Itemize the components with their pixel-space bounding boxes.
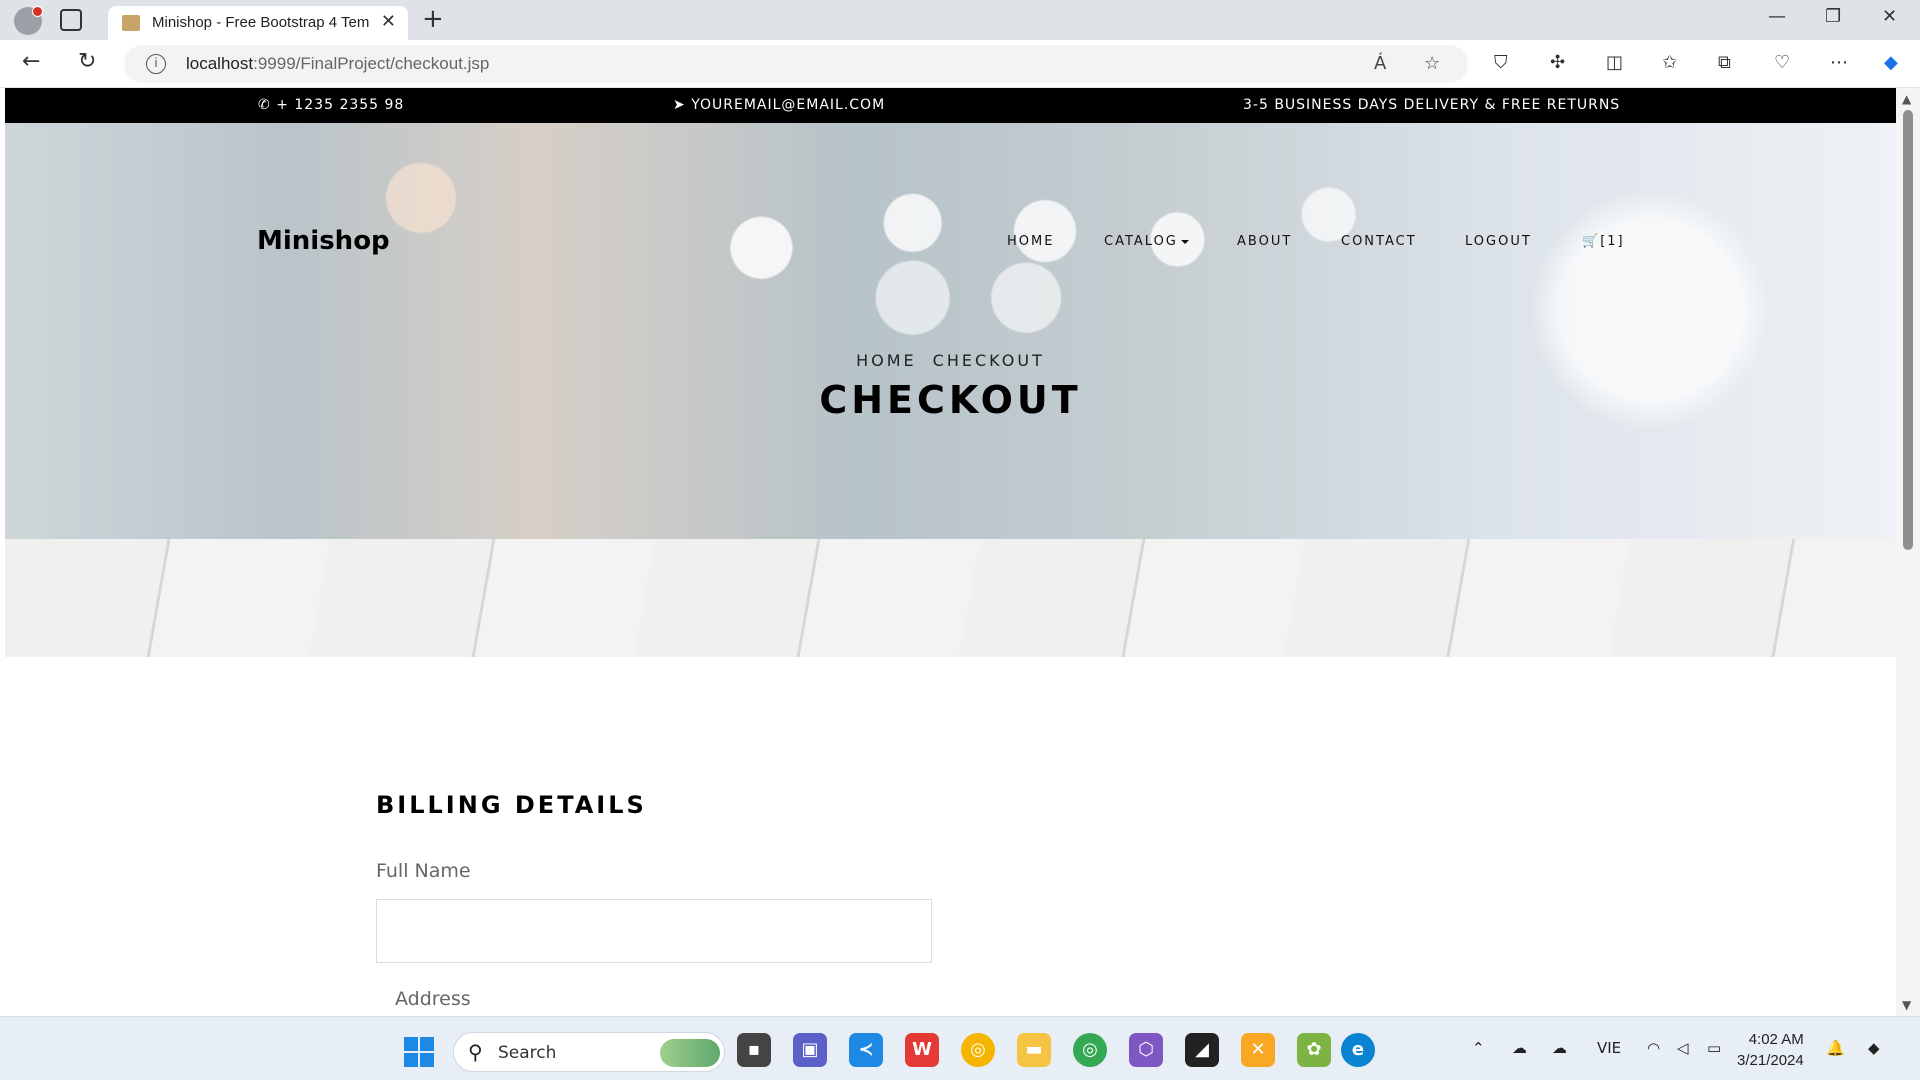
edge-icon[interactable]: e xyxy=(1341,1033,1375,1067)
minimize-button[interactable]: — xyxy=(1768,6,1786,27)
performance-icon[interactable]: ♡ xyxy=(1774,52,1790,73)
app-leaf-icon[interactable]: ✿ xyxy=(1297,1033,1331,1067)
hero-banner xyxy=(5,123,1896,539)
favorite-star-icon[interactable]: ☆ xyxy=(1424,53,1440,74)
clock-date: 3/21/2024 xyxy=(1737,1052,1804,1069)
scroll-up-arrow-icon[interactable]: ▲ xyxy=(1902,92,1911,106)
wps-office-icon[interactable]: W xyxy=(905,1033,939,1067)
billing-details-heading: BILLING DETAILS xyxy=(376,791,647,819)
language-indicator[interactable]: VIE xyxy=(1597,1039,1621,1057)
site-info-icon[interactable]: i xyxy=(146,54,166,74)
profile-avatar[interactable] xyxy=(14,6,43,35)
site-logo[interactable]: Minishop xyxy=(257,226,390,256)
url-text[interactable]: localhost:9999/FinalProject/checkout.jsp xyxy=(186,54,489,74)
email-info: ➤ YOUREMAIL@EMAIL.COM xyxy=(673,97,885,113)
taskbar-search[interactable]: ⚲ Search xyxy=(453,1032,725,1072)
teams-icon[interactable]: ▣ xyxy=(793,1033,827,1067)
new-tab-button[interactable]: + xyxy=(422,4,444,34)
browser-tab-active[interactable]: Minishop - Free Bootstrap 4 Tem ✕ xyxy=(108,6,408,40)
collections-icon[interactable]: ⧉ xyxy=(1718,52,1731,73)
favorites-icon[interactable]: ✩ xyxy=(1662,52,1677,73)
scroll-thumb[interactable] xyxy=(1903,110,1913,550)
task-view-icon[interactable]: ▪ xyxy=(737,1033,771,1067)
close-tab-icon[interactable]: ✕ xyxy=(381,11,396,32)
phone-info: ✆ + 1235 2355 98 xyxy=(258,97,404,113)
browser-toolbar: ← ↻ i localhost:9999/FinalProject/checko… xyxy=(0,40,1920,88)
favicon-icon xyxy=(122,15,140,31)
wifi-icon[interactable]: ◠ xyxy=(1647,1039,1660,1057)
hero-floor-background xyxy=(5,539,1896,657)
battery-icon[interactable]: ▭ xyxy=(1707,1039,1721,1057)
nav-contact[interactable]: CONTACT xyxy=(1341,234,1417,249)
top-info-bar: ✆ + 1235 2355 98 ➤ YOUREMAIL@EMAIL.COM 3… xyxy=(5,88,1896,123)
phone-icon: ✆ xyxy=(258,97,277,113)
page-viewport: ✆ + 1235 2355 98 ➤ YOUREMAIL@EMAIL.COM 3… xyxy=(5,88,1896,1016)
cart-icon: 🛒 xyxy=(1582,234,1601,249)
notification-bell-icon[interactable]: 🔔 xyxy=(1826,1039,1845,1057)
onedrive-icon[interactable]: ☁ xyxy=(1512,1039,1527,1057)
volume-muted-icon[interactable]: ◁ xyxy=(1677,1039,1689,1057)
reload-icon[interactable]: ↻ xyxy=(78,49,96,74)
app-x-icon[interactable]: ✕ xyxy=(1241,1033,1275,1067)
nav-about[interactable]: ABOUT xyxy=(1237,234,1292,249)
copilot-taskbar-icon[interactable]: ◆ xyxy=(1868,1039,1880,1057)
browser-tab-bar: Minishop - Free Bootstrap 4 Tem ✕ + — ❐ … xyxy=(0,0,1920,40)
show-hidden-icons[interactable]: ⌃ xyxy=(1472,1039,1485,1057)
breadcrumb: HOME CHECKOUT xyxy=(5,351,1896,370)
nav-catalog[interactable]: CATALOG xyxy=(1104,234,1189,249)
onedrive-sync-icon[interactable]: ☁ xyxy=(1552,1039,1567,1057)
paper-plane-icon: ➤ xyxy=(673,97,692,113)
page-scrollbar[interactable]: ▲ ▼ xyxy=(1896,88,1920,1016)
nav-catalog-label: CATALOG xyxy=(1104,234,1178,249)
chrome-icon[interactable]: ◎ xyxy=(961,1033,995,1067)
tab-title: Minishop - Free Bootstrap 4 Tem xyxy=(152,14,370,31)
split-screen-icon[interactable]: ◫ xyxy=(1606,52,1623,73)
nav-home[interactable]: HOME xyxy=(1007,234,1054,249)
caret-down-icon xyxy=(1180,239,1189,244)
clock[interactable]: 4:02 AM 3/21/2024 xyxy=(1737,1029,1804,1071)
url-host: localhost xyxy=(186,54,254,73)
close-window-button[interactable]: ✕ xyxy=(1882,6,1897,27)
chrome-profile-icon[interactable]: ◎ xyxy=(1073,1033,1107,1067)
full-name-input[interactable] xyxy=(376,899,932,963)
search-icon: ⚲ xyxy=(468,1040,483,1064)
restore-button[interactable]: ❐ xyxy=(1825,6,1841,27)
address-label: Address xyxy=(395,988,471,1010)
page-title: CHECKOUT xyxy=(819,378,1082,422)
extensions-icon[interactable]: ✣ xyxy=(1550,52,1565,73)
more-menu-icon[interactable]: ⋯ xyxy=(1830,52,1848,73)
windows-taskbar: ⚲ Search ▪ ▣ ≺ W ◎ ▬ ◎ ⬡ ◢ ✕ ✿ e ⌃ ☁ ☁ V… xyxy=(0,1016,1920,1080)
copilot-icon[interactable]: ◆ xyxy=(1884,52,1898,73)
clock-time: 4:02 AM xyxy=(1748,1031,1804,1048)
url-path: :9999/FinalProject/checkout.jsp xyxy=(253,54,490,73)
breadcrumb-home[interactable]: HOME xyxy=(856,351,917,370)
start-button[interactable] xyxy=(404,1037,434,1067)
nav-logout[interactable]: LOGOUT xyxy=(1465,234,1532,249)
phone-text: + 1235 2355 98 xyxy=(276,97,405,113)
address-bar[interactable]: i localhost:9999/FinalProject/checkout.j… xyxy=(124,45,1468,83)
shield-icon[interactable]: ⛉ xyxy=(1494,52,1508,73)
virtualbox-icon[interactable]: ⬡ xyxy=(1129,1033,1163,1067)
sticky-notes-icon[interactable]: ◢ xyxy=(1185,1033,1219,1067)
breadcrumb-current: CHECKOUT xyxy=(932,351,1045,370)
scroll-down-arrow-icon[interactable]: ▼ xyxy=(1902,998,1911,1012)
full-name-label: Full Name xyxy=(376,860,471,882)
tab-actions-icon[interactable] xyxy=(60,9,82,31)
shipping-info: 3-5 BUSINESS DAYS DELIVERY & FREE RETURN… xyxy=(1243,97,1621,113)
search-label: Search xyxy=(498,1043,557,1063)
email-text: YOUREMAIL@EMAIL.COM xyxy=(691,97,886,113)
cart-count: [1] xyxy=(1600,234,1625,249)
back-arrow-icon[interactable]: ← xyxy=(22,49,40,74)
vscode-icon[interactable]: ≺ xyxy=(849,1033,883,1067)
file-explorer-icon[interactable]: ▬ xyxy=(1017,1033,1051,1067)
nav-cart[interactable]: 🛒[1] xyxy=(1582,234,1625,249)
search-highlight-image xyxy=(660,1039,720,1067)
read-aloud-icon[interactable]: Á xyxy=(1374,53,1386,74)
